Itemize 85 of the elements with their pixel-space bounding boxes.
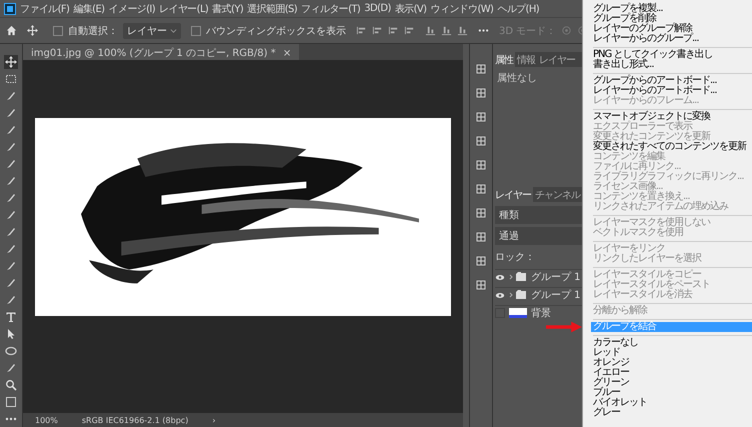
context-menu-item[interactable]: グループを結合 bbox=[591, 322, 752, 332]
bounding-box-label: バウンディングボックスを表示 bbox=[206, 24, 346, 38]
blend-mode-dropdown[interactable]: 通過 bbox=[495, 227, 582, 245]
layer-filter-dropdown[interactable]: 種類 bbox=[495, 206, 582, 224]
panel-icon[interactable] bbox=[474, 110, 488, 124]
document-tab[interactable]: img01.jpg @ 100% (グループ 1 のコピー, RGB/8) * × bbox=[23, 44, 300, 60]
context-menu-item[interactable]: PNG としてクイック書き出し bbox=[591, 50, 752, 60]
checkbox[interactable] bbox=[191, 26, 201, 36]
context-menu-item[interactable]: イエロー bbox=[591, 368, 752, 378]
context-menu-item[interactable]: グリーン bbox=[591, 378, 752, 388]
align-icon[interactable] bbox=[388, 25, 399, 36]
panel-icon[interactable] bbox=[474, 206, 488, 220]
context-menu-item[interactable]: スマートオブジェクトに変換 bbox=[591, 112, 752, 122]
panel-icon[interactable] bbox=[474, 134, 488, 148]
app-logo-icon[interactable] bbox=[4, 2, 16, 14]
panel-tab[interactable]: 情報 bbox=[515, 52, 537, 67]
panel-icon[interactable] bbox=[474, 278, 488, 292]
caret-icon[interactable] bbox=[170, 27, 177, 34]
target-dropdown[interactable]: レイヤー bbox=[123, 22, 181, 38]
context-menu-item[interactable]: グループを複製... bbox=[591, 4, 752, 14]
lock-label: ロック： bbox=[495, 252, 535, 263]
status-arrow[interactable]: › bbox=[212, 416, 216, 424]
panel-icon[interactable] bbox=[474, 182, 488, 196]
properties-empty-text: 属性なし bbox=[497, 73, 537, 84]
folder-icon[interactable] bbox=[509, 272, 527, 282]
checkbox[interactable] bbox=[53, 26, 63, 36]
zoom-tool-icon[interactable] bbox=[4, 378, 18, 392]
folder-icon[interactable] bbox=[509, 290, 527, 300]
panel-tab[interactable]: チャンネル bbox=[533, 187, 582, 202]
layer-name[interactable]: 背景 bbox=[531, 306, 551, 320]
menu-item[interactable]: 選択範囲(S) bbox=[247, 2, 298, 16]
menu-item[interactable]: ウィンドウ(W) bbox=[430, 2, 494, 16]
align-icon[interactable] bbox=[372, 25, 383, 36]
context-menu-item[interactable]: グループからのアートボード... bbox=[591, 76, 752, 86]
context-menu-item[interactable]: オレンジ bbox=[591, 358, 752, 368]
move-icon[interactable] bbox=[27, 25, 38, 36]
layer-name[interactable]: グループ 1 bbox=[531, 270, 581, 284]
panel-icon[interactable] bbox=[474, 86, 488, 100]
context-menu-item[interactable]: 変更されたすべてのコンテンツを更新 bbox=[591, 142, 752, 152]
marquee-tool-icon[interactable] bbox=[4, 72, 18, 86]
layer-thumbnail bbox=[509, 308, 527, 318]
align-icon[interactable] bbox=[356, 25, 367, 36]
eye-icon[interactable] bbox=[495, 292, 505, 298]
move-tool-icon[interactable] bbox=[4, 55, 18, 69]
panel-tab[interactable]: レイヤー bbox=[493, 187, 533, 202]
menu-item[interactable]: ファイル(F) bbox=[20, 2, 70, 16]
distribute-icon[interactable] bbox=[425, 25, 436, 36]
panel-tab[interactable]: 属性 bbox=[493, 52, 515, 67]
auto-select-label: 自動選択： bbox=[68, 24, 118, 38]
panel-icon[interactable] bbox=[474, 254, 488, 268]
menu-item[interactable]: 編集(E) bbox=[73, 2, 104, 16]
panel-icon[interactable] bbox=[474, 158, 488, 172]
align-icon[interactable] bbox=[404, 25, 415, 36]
panel-icon[interactable] bbox=[474, 230, 488, 244]
zoom-level: 100% bbox=[35, 416, 58, 424]
eye-icon[interactable] bbox=[495, 274, 505, 280]
type-tool-icon[interactable] bbox=[4, 310, 18, 324]
home-icon[interactable] bbox=[6, 25, 17, 36]
context-menu-item[interactable]: レイヤーからのアートボード... bbox=[591, 86, 752, 96]
pointer-arrow-icon bbox=[546, 321, 582, 333]
context-menu-item[interactable]: レッド bbox=[591, 348, 752, 358]
context-menu-item[interactable]: カラーなし bbox=[591, 338, 752, 348]
context-menu-item[interactable]: バイオレット bbox=[591, 398, 752, 408]
context-menu-item[interactable]: レイヤーのグループ解除 bbox=[591, 24, 752, 34]
menu-item[interactable]: イメージ(I) bbox=[108, 2, 156, 16]
context-menu-item[interactable]: グレー bbox=[591, 408, 752, 418]
menu-item[interactable]: 書式(Y) bbox=[212, 2, 244, 16]
menu-item[interactable]: フィルター(T) bbox=[301, 2, 360, 16]
menu-item[interactable]: ヘルプ(H) bbox=[497, 2, 540, 16]
menu-item[interactable]: 表示(V) bbox=[394, 2, 426, 16]
layer-name[interactable]: グループ 1 bbox=[531, 288, 581, 302]
panel-icon[interactable] bbox=[474, 62, 488, 76]
panel-tab[interactable]: レイヤー bbox=[537, 52, 577, 67]
close-tab-button[interactable]: × bbox=[282, 48, 292, 59]
distribute-icon[interactable] bbox=[441, 25, 452, 36]
context-menu-item[interactable]: レイヤーからのグループ... bbox=[591, 34, 752, 44]
menu-item[interactable]: レイヤー(L) bbox=[159, 2, 208, 16]
color-profile: sRGB IEC61966-2.1 (8bpc) bbox=[82, 416, 188, 424]
menu-item[interactable]: 3D(D) bbox=[364, 3, 391, 14]
context-menu-item[interactable]: 書き出し形式... bbox=[591, 60, 752, 70]
context-menu-item[interactable]: ブルー bbox=[591, 388, 752, 398]
distribute-icon[interactable] bbox=[457, 25, 468, 36]
ellipse-tool-icon[interactable] bbox=[4, 344, 18, 358]
context-menu-item[interactable]: グループを削除 bbox=[591, 14, 752, 24]
frame-tool-icon[interactable] bbox=[4, 395, 18, 409]
